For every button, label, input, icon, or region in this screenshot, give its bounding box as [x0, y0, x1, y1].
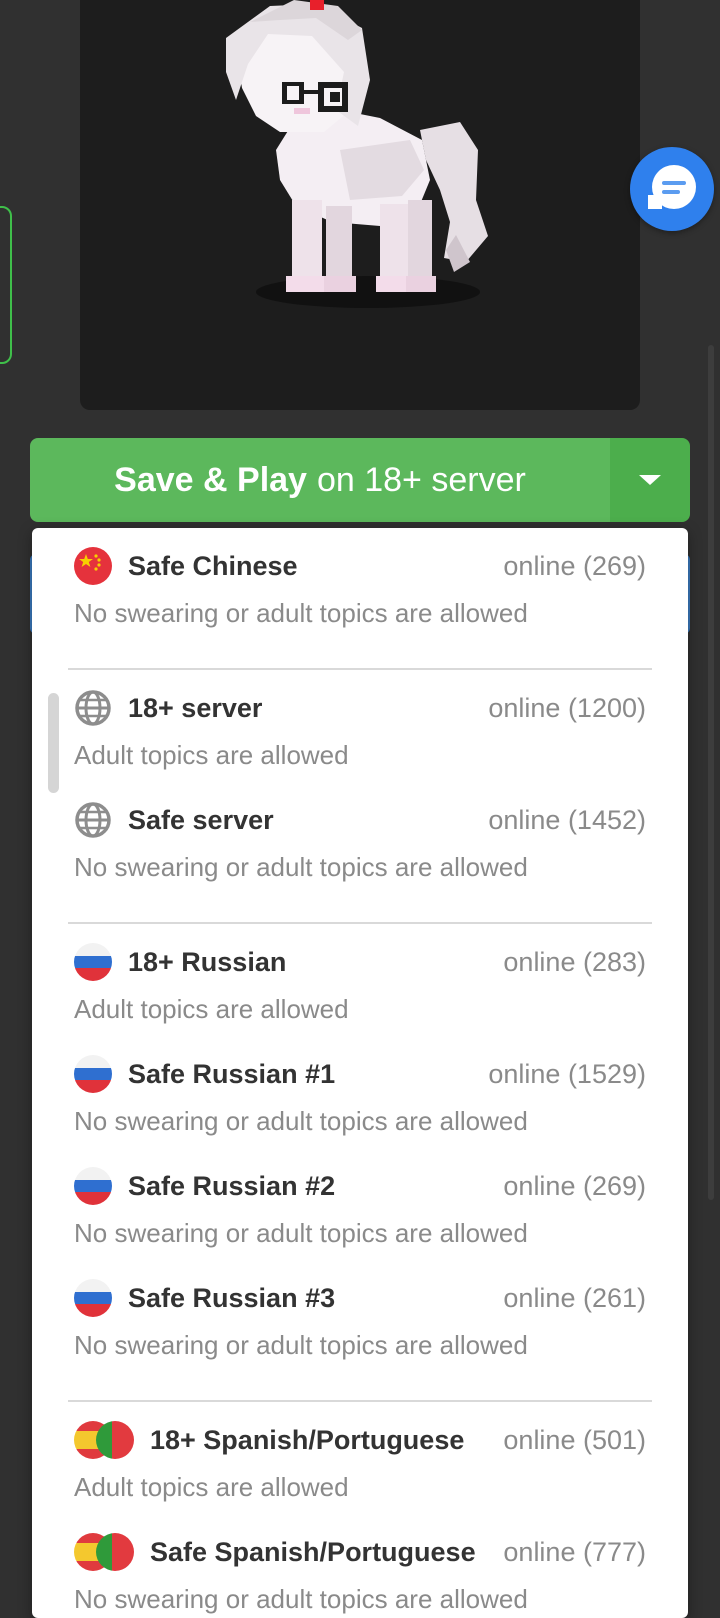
server-option-header: Safe server online (1452): [74, 798, 646, 842]
play-label-bold: Save & Play: [114, 460, 307, 499]
russia-flag-icon: [74, 1279, 112, 1317]
pony-character-image: [226, 0, 488, 308]
server-name: Safe Russian #2: [128, 1170, 336, 1201]
server-option-header: 18+ Spanish/Portuguese online (501): [74, 1418, 646, 1462]
server-name: Safe Spanish/Portuguese: [150, 1536, 476, 1567]
server-description: Adult topics are allowed: [74, 1472, 349, 1502]
server-option-header: Safe Russian #1 online (1529): [74, 1052, 646, 1096]
server-name: Safe Russian #1: [128, 1058, 336, 1089]
server-name: Safe server: [128, 804, 274, 835]
menu-divider: [68, 1400, 652, 1402]
server-option[interactable]: 18+ Spanish/Portuguese online (501) Adult …: [74, 1410, 646, 1514]
server-option[interactable]: Safe Spanish/Portuguese online (777) No sw…: [74, 1522, 646, 1618]
server-name: Safe Russian #3: [128, 1282, 336, 1313]
spain-portugal-flag-icon: [74, 1533, 134, 1571]
server-description: Adult topics are allowed: [74, 740, 349, 770]
server-description: No swearing or adult topics are allowed: [74, 1106, 528, 1136]
server-option[interactable]: Safe Russian #3 online (261) No swearing o…: [74, 1268, 646, 1372]
save-and-play-button[interactable]: Save & Play on 18+ server: [30, 438, 610, 522]
server-online-count: online (269): [503, 1170, 646, 1201]
server-option[interactable]: Safe server online (1452) No swearing or a…: [74, 790, 646, 894]
server-option-header: Safe Russian #2 online (269): [74, 1164, 646, 1208]
server-name: Safe Chinese: [128, 550, 298, 581]
play-label-server: on 18+ server: [316, 460, 526, 499]
server-option[interactable]: Safe Russian #2 online (269) No swearing o…: [74, 1156, 646, 1260]
caret-down-icon: [639, 475, 661, 485]
server-online-count: online (1452): [488, 804, 646, 835]
page-scrollbar[interactable]: [708, 345, 714, 1200]
server-dropdown-menu: Safe Chinese online (269) No swearing or a…: [32, 528, 688, 1618]
server-online-count: online (1200): [488, 692, 646, 723]
server-option[interactable]: Safe Russian #1 online (1529) No swearing …: [74, 1044, 646, 1148]
server-option-header: Safe Chinese online (269): [74, 544, 646, 588]
save-and-play-split-button: Save & Play on 18+ server: [30, 438, 690, 522]
chat-bubble-icon: [648, 165, 696, 209]
server-online-count: online (283): [503, 946, 646, 977]
server-description: No swearing or adult topics are allowed: [74, 598, 528, 628]
character-preview[interactable]: [80, 0, 640, 410]
chat-button[interactable]: [630, 147, 714, 231]
server-description: No swearing or adult topics are allowed: [74, 852, 528, 882]
side-panel-tab[interactable]: [0, 206, 12, 364]
server-option-header: Safe Spanish/Portuguese online (777): [74, 1530, 646, 1574]
server-online-count: online (269): [503, 550, 646, 581]
server-description: Adult topics are allowed: [74, 994, 349, 1024]
server-name: 18+ Spanish/Portuguese: [150, 1424, 465, 1455]
russia-flag-icon: [74, 943, 112, 981]
server-online-count: online (501): [503, 1424, 646, 1455]
server-dropdown-toggle[interactable]: [610, 438, 690, 522]
server-option-header: Safe Russian #3 online (261): [74, 1276, 646, 1320]
spain-portugal-flag-icon: [74, 1421, 134, 1459]
globe-icon: [74, 801, 112, 839]
server-online-count: online (1529): [488, 1058, 646, 1089]
server-online-count: online (261): [503, 1282, 646, 1313]
menu-divider: [68, 668, 652, 670]
server-option-header: 18+ Russian online (283): [74, 940, 646, 984]
server-option[interactable]: 18+ server online (1200) Adult topics are …: [74, 678, 646, 782]
server-online-count: online (777): [503, 1536, 646, 1567]
server-name: 18+ server: [128, 692, 263, 723]
menu-scrollbar[interactable]: [48, 693, 59, 793]
server-option[interactable]: Safe Chinese online (269) No swearing or a…: [74, 536, 646, 640]
server-option-header: 18+ server online (1200): [74, 686, 646, 730]
server-description: No swearing or adult topics are allowed: [74, 1218, 528, 1248]
russia-flag-icon: [74, 1055, 112, 1093]
server-option[interactable]: 18+ Russian online (283) Adult topics are …: [74, 932, 646, 1036]
russia-flag-icon: [74, 1167, 112, 1205]
server-description: No swearing or adult topics are allowed: [74, 1330, 528, 1360]
china-flag-icon: [74, 547, 112, 585]
globe-icon: [74, 689, 112, 727]
menu-divider: [68, 922, 652, 924]
server-name: 18+ Russian: [128, 946, 287, 977]
